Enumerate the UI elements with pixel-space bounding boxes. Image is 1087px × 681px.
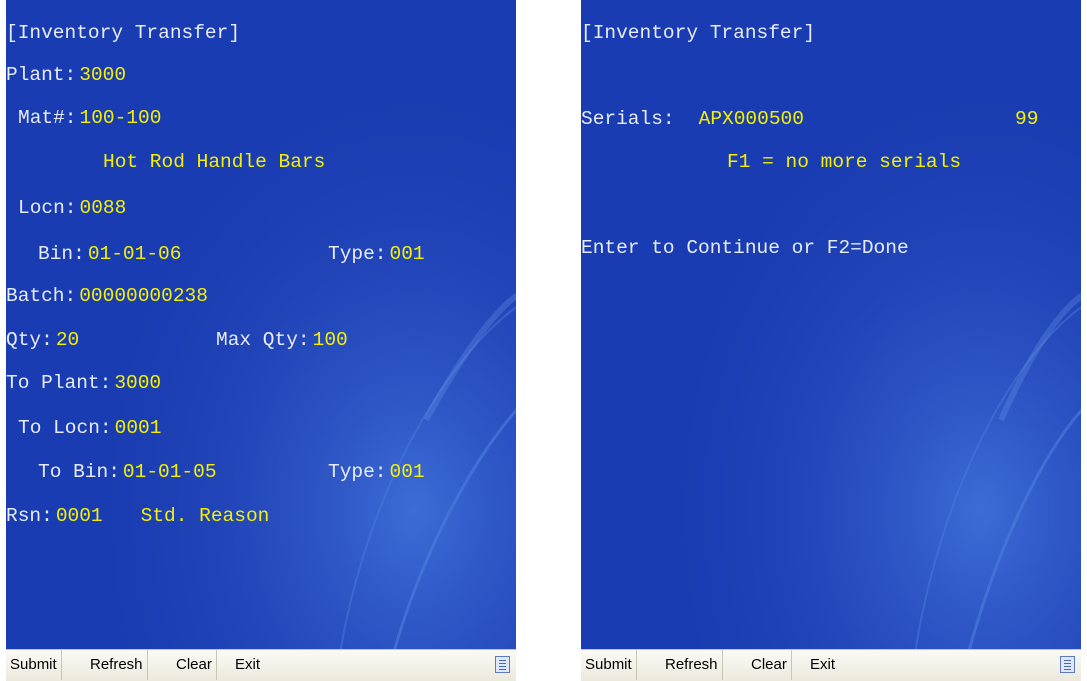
mat-row: Mat#: 100-100 xyxy=(18,105,161,131)
refresh-button[interactable]: Refresh xyxy=(86,650,148,680)
batch-row: Batch: 00000000238 xyxy=(6,283,208,309)
batch-field[interactable]: 00000000238 xyxy=(79,285,208,307)
type-label: Type: xyxy=(328,243,387,265)
bottom-toolbar: Submit Refresh Clear Exit xyxy=(581,649,1081,681)
submit-button[interactable]: Submit xyxy=(6,650,62,680)
locn-field[interactable]: 0088 xyxy=(80,197,127,219)
bin-row: Bin: 01-01-06 xyxy=(38,241,181,267)
serials-label: Serials: xyxy=(581,108,675,130)
refresh-button[interactable]: Refresh xyxy=(661,650,723,680)
qty-label: Qty: xyxy=(6,329,53,351)
qty-row: Qty: 20 xyxy=(6,327,79,353)
to-plant-label: To Plant: xyxy=(6,372,112,394)
bin-field[interactable]: 01-01-06 xyxy=(88,243,182,265)
to-bin-label: To Bin: xyxy=(38,461,120,483)
rsn-label: Rsn: xyxy=(6,505,53,527)
device-screen-left: [Inventory Transfer] Plant: 3000 Mat#: 100… xyxy=(6,0,516,681)
bin-label: Bin: xyxy=(38,243,85,265)
to-plant-field[interactable]: 3000 xyxy=(114,372,161,394)
rsn-row: Rsn: 0001 Std. Reason xyxy=(6,503,269,529)
to-bin-row: To Bin: 01-01-05 xyxy=(38,459,217,485)
type-row: Type: 001 xyxy=(328,241,425,267)
continue-prompt: Enter to Continue or F2=Done xyxy=(581,237,909,259)
clear-button[interactable]: Clear xyxy=(747,650,792,680)
to-locn-field[interactable]: 0001 xyxy=(115,417,162,439)
rsn-field[interactable]: 0001 xyxy=(56,505,103,527)
locn-row: Locn: 0088 xyxy=(18,195,126,221)
serials-content: [Inventory Transfer] Serials: APX000500 9… xyxy=(581,0,1081,650)
serials-count: 99 xyxy=(1015,108,1039,130)
rsn-description: Std. Reason xyxy=(140,505,270,527)
batch-label: Batch: xyxy=(6,285,77,307)
submit-button[interactable]: Submit xyxy=(581,650,637,680)
exit-button[interactable]: Exit xyxy=(806,650,839,680)
mat-label: Mat#: xyxy=(18,107,77,129)
material-description: Hot Rod Handle Bars xyxy=(103,151,326,173)
clear-button[interactable]: Clear xyxy=(172,650,217,680)
qty-field[interactable]: 20 xyxy=(56,329,79,351)
screen-title: [Inventory Transfer] xyxy=(6,22,241,44)
to-type-row: Type: 001 xyxy=(328,459,425,485)
max-qty-value: 100 xyxy=(312,329,348,351)
to-type-label: Type: xyxy=(328,461,387,483)
exit-button[interactable]: Exit xyxy=(231,650,264,680)
plant-label: Plant: xyxy=(6,64,77,86)
serials-row: Serials: APX000500 xyxy=(581,106,804,132)
form-content: [Inventory Transfer] Plant: 3000 Mat#: 100… xyxy=(6,0,516,650)
max-qty-row: Max Qty: 100 xyxy=(216,327,348,353)
list-icon[interactable] xyxy=(1060,656,1075,673)
list-icon[interactable] xyxy=(495,656,510,673)
f1-hint: F1 = no more serials xyxy=(727,151,962,173)
serials-field[interactable]: APX000500 xyxy=(699,108,804,130)
screen-title: [Inventory Transfer] xyxy=(581,22,816,44)
device-screen-right: [Inventory Transfer] Serials: APX000500 9… xyxy=(581,0,1081,681)
locn-label: Locn: xyxy=(18,197,77,219)
to-locn-row: To Locn: 0001 xyxy=(18,415,161,441)
to-bin-field[interactable]: 01-01-05 xyxy=(123,461,217,483)
max-qty-label: Max Qty: xyxy=(216,329,310,351)
to-type-field[interactable]: 001 xyxy=(390,461,425,483)
type-field[interactable]: 001 xyxy=(390,243,425,265)
plant-field[interactable]: 3000 xyxy=(79,64,126,86)
mat-field[interactable]: 100-100 xyxy=(80,107,162,129)
bottom-toolbar: Submit Refresh Clear Exit xyxy=(6,649,516,681)
plant-row: Plant: 3000 xyxy=(6,62,126,88)
to-plant-row: To Plant: 3000 xyxy=(6,370,161,396)
to-locn-label: To Locn: xyxy=(18,417,112,439)
